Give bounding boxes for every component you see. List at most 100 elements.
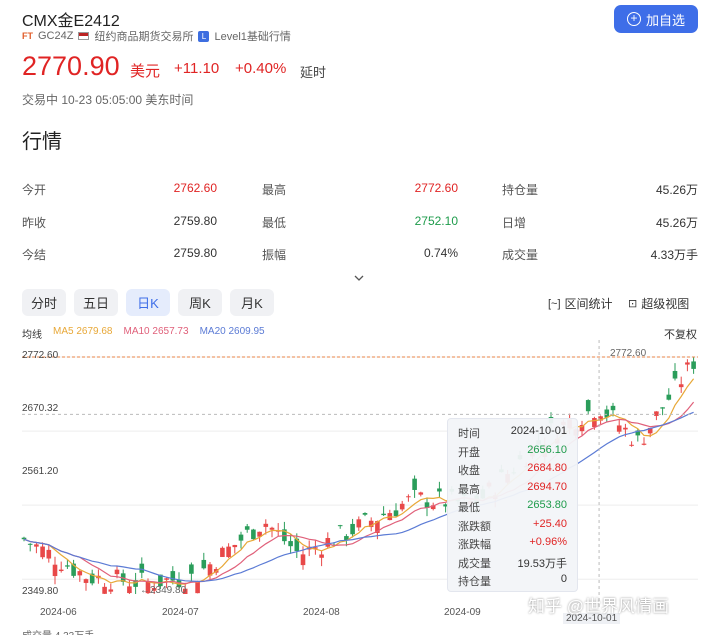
tooltip-label: 收盘 bbox=[458, 465, 480, 477]
candle-body bbox=[127, 586, 132, 594]
trading-status: 交易中 10-23 05:05:00 美东时间 bbox=[22, 93, 194, 107]
ft-tag: FT bbox=[22, 31, 33, 41]
plus-icon: + bbox=[626, 12, 641, 26]
x-tick: 2024-09 bbox=[444, 607, 481, 618]
tooltip-value: 2656.10 bbox=[527, 443, 567, 456]
candle-body bbox=[592, 418, 597, 428]
x-tick: 2024-08 bbox=[303, 607, 340, 618]
tooltip-value: 19.53万手 bbox=[517, 557, 567, 570]
candle-body bbox=[40, 546, 45, 558]
candle-body bbox=[691, 361, 696, 369]
candle-body bbox=[393, 510, 399, 517]
candle-body bbox=[27, 543, 33, 545]
super-view-icon: ⊡ bbox=[628, 298, 638, 310]
candle-body bbox=[585, 400, 591, 412]
ma10-line bbox=[23, 401, 695, 585]
stat-value: 45.26万 bbox=[655, 216, 698, 230]
stat-value: 2772.60 bbox=[414, 181, 458, 195]
candle-body bbox=[666, 394, 672, 400]
stat-value: 0.74% bbox=[423, 246, 458, 260]
low-marker: ←2349.80 bbox=[140, 585, 187, 596]
crosshair-tooltip: 时间 2024-10-01 开盘 2656.10 收盘 2684.80 最高 2694.70 最… bbox=[447, 418, 578, 592]
tooltip-label: 最低 bbox=[458, 502, 480, 514]
price-unit: 美元 bbox=[130, 63, 161, 80]
candle-body bbox=[114, 569, 120, 575]
chevron-down-icon[interactable] bbox=[354, 273, 364, 283]
candle-body bbox=[189, 564, 194, 574]
candle-body bbox=[678, 384, 684, 388]
tab-period[interactable]: 周K bbox=[178, 289, 222, 316]
candle-body bbox=[83, 579, 89, 583]
candle-body bbox=[610, 405, 616, 411]
y-tick: 2561.20 bbox=[22, 466, 59, 477]
candle-body bbox=[325, 538, 331, 547]
ma-label: 均线 bbox=[22, 330, 42, 341]
candle-body bbox=[362, 513, 368, 515]
candle-body bbox=[672, 370, 678, 379]
ma20-value: MA20 2609.95 bbox=[199, 326, 265, 337]
tab-period[interactable]: 分时 bbox=[22, 289, 66, 316]
stat-value: 4.33万手 bbox=[650, 248, 698, 262]
tooltip-label: 成交量 bbox=[458, 557, 491, 570]
stat-label: 最高 bbox=[262, 183, 287, 197]
stat-label: 日增 bbox=[502, 216, 527, 230]
period-tabs: 分时 五日 日K 周K 月K bbox=[22, 289, 274, 316]
section-title: 行情 bbox=[22, 131, 62, 153]
candle-body bbox=[244, 526, 250, 530]
tab-period[interactable]: 日K bbox=[126, 289, 170, 316]
candle-body bbox=[164, 578, 169, 580]
ma10-value: MA10 2657.73 bbox=[123, 326, 189, 337]
candle-body bbox=[356, 519, 362, 528]
candle-body bbox=[319, 554, 324, 558]
add-watchlist-button[interactable]: + 加自选 bbox=[614, 5, 698, 33]
y-tick: 2349.80 bbox=[22, 586, 59, 597]
watermark: 知乎 @世界风情画 bbox=[528, 597, 669, 616]
super-view-button[interactable]: ⊡ 超级视图 bbox=[628, 295, 689, 312]
candle-body bbox=[685, 362, 690, 365]
candle-body bbox=[399, 503, 405, 510]
tab-period[interactable]: 月K bbox=[230, 289, 274, 316]
volume-label: 成交量 4.33万手 bbox=[22, 627, 94, 635]
price-change: +11.10 bbox=[174, 60, 220, 77]
stat-value: 2759.80 bbox=[173, 214, 217, 228]
candle-body bbox=[52, 564, 58, 577]
x-tick: 2024-06 bbox=[40, 607, 77, 618]
range-stats-button[interactable]: [~] 区间统计 bbox=[548, 295, 613, 312]
low-label: 2349.80 bbox=[150, 585, 187, 596]
candle-body bbox=[77, 571, 83, 576]
level-label: Level1基础行情 bbox=[214, 31, 291, 43]
candle-body bbox=[226, 546, 231, 558]
candle-body bbox=[195, 581, 200, 594]
us-flag-icon bbox=[78, 32, 90, 40]
candle-body bbox=[269, 527, 275, 530]
candle-body bbox=[232, 544, 238, 548]
candle-body bbox=[623, 427, 628, 430]
candle-body bbox=[238, 534, 244, 541]
x-tick: 2024-07 bbox=[162, 607, 199, 618]
tooltip-value: 2024-10-01 bbox=[510, 425, 567, 437]
ma-legend: 均线 MA5 2679.68 MA10 2657.73 MA20 2609.95 bbox=[22, 326, 265, 341]
stat-label: 成交量 bbox=[502, 248, 539, 262]
tooltip-label: 持仓量 bbox=[458, 576, 491, 588]
high-marker: 2772.60 bbox=[610, 348, 646, 359]
stat-label: 今开 bbox=[22, 183, 47, 197]
candle-body bbox=[288, 541, 293, 547]
kline-chart[interactable] bbox=[0, 340, 720, 610]
super-view-label: 超级视图 bbox=[641, 297, 690, 311]
tab-period[interactable]: 五日 bbox=[74, 289, 118, 316]
candle-body bbox=[654, 411, 659, 416]
candle-body bbox=[108, 589, 114, 592]
price-change-pct: +0.40% bbox=[235, 60, 287, 77]
tooltip-value: 2653.80 bbox=[527, 499, 567, 511]
candle-body bbox=[34, 544, 39, 547]
tooltip-value: 2694.70 bbox=[527, 480, 567, 493]
candle-body bbox=[201, 559, 207, 569]
candle-body bbox=[251, 529, 256, 540]
instrument-meta: FT GC24Z 纽约商品期货交易所 L Level1基础行情 bbox=[22, 28, 291, 44]
level1-icon: L bbox=[198, 30, 210, 42]
candle-body bbox=[139, 563, 145, 573]
tooltip-label: 涨跌幅 bbox=[458, 539, 491, 551]
ma5-line bbox=[23, 378, 695, 585]
stat-label: 今结 bbox=[22, 248, 47, 262]
candle-body bbox=[412, 478, 417, 490]
